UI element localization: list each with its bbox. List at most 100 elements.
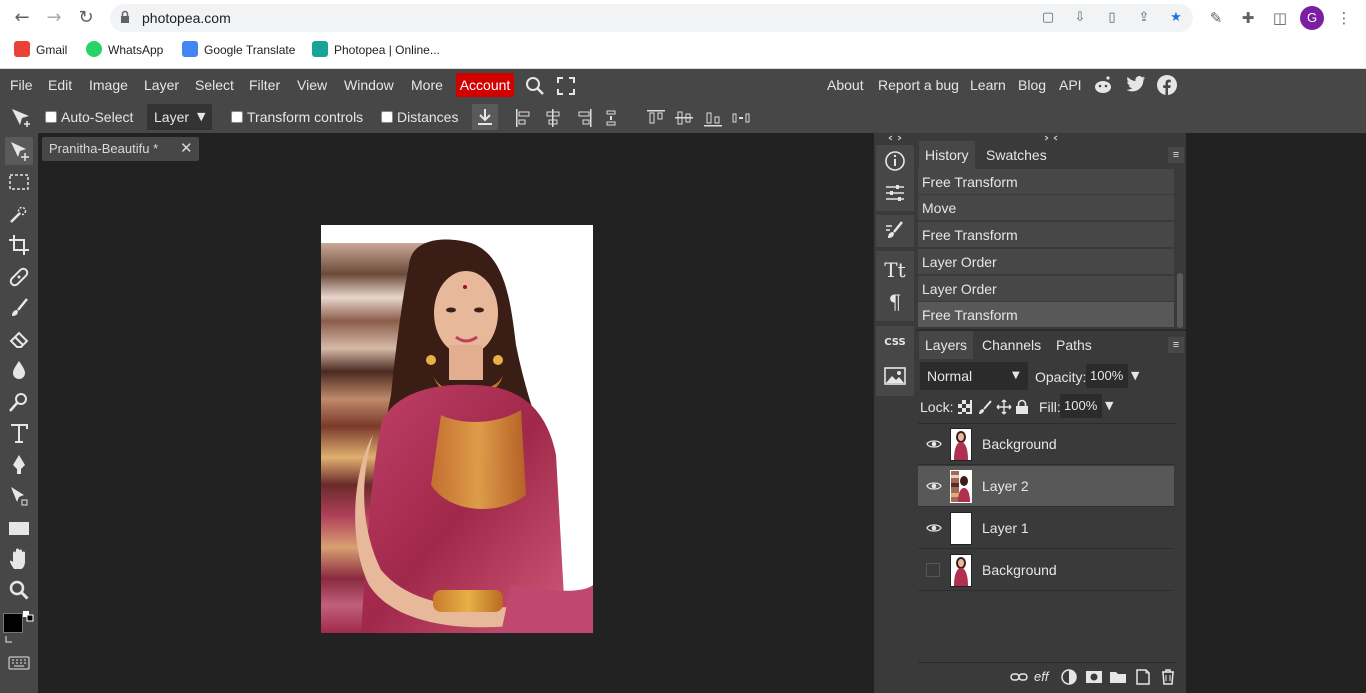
hand-tool[interactable] <box>5 545 33 573</box>
download-button[interactable] <box>472 104 498 130</box>
align-middle-vertical-icon[interactable] <box>673 107 695 129</box>
page-icon[interactable]: ▯ <box>1104 10 1120 26</box>
css-icon[interactable]: CSS <box>882 332 908 354</box>
path-selection-tool[interactable] <box>5 482 33 510</box>
reset-colors-icon[interactable] <box>4 634 14 644</box>
transform-controls-checkbox[interactable] <box>231 111 243 123</box>
history-panel-menu-icon[interactable]: ≡ <box>1168 147 1184 163</box>
bookmark-gmail[interactable]: Gmail <box>14 41 67 59</box>
align-center-horizontal-icon[interactable] <box>542 107 564 129</box>
distribute-vertical-icon[interactable] <box>730 107 752 129</box>
blur-tool[interactable] <box>5 356 33 384</box>
fullscreen-icon[interactable] <box>557 77 575 95</box>
close-tab-icon[interactable]: ✕ <box>180 139 193 157</box>
layer-row-background-bottom[interactable]: Background <box>918 550 1174 591</box>
account-button[interactable]: Account <box>456 73 514 97</box>
align-left-icon[interactable] <box>513 107 535 129</box>
link-layers-icon[interactable] <box>1010 668 1028 686</box>
pen-tool[interactable] <box>5 451 33 479</box>
type-tool[interactable] <box>5 419 33 447</box>
align-bottom-icon[interactable] <box>702 107 724 129</box>
menu-report-bug[interactable]: Report a bug <box>878 77 959 93</box>
side-panel-icon[interactable]: ◫ <box>1270 8 1290 28</box>
adjustments-icon[interactable] <box>882 180 908 206</box>
menu-about[interactable]: About <box>827 77 864 93</box>
layer-row-layer-2[interactable]: Layer 2 <box>918 466 1174 507</box>
search-icon[interactable] <box>525 76 545 96</box>
layer-mask-icon[interactable] <box>1085 668 1103 686</box>
image-icon[interactable] <box>882 363 908 389</box>
lock-transparency-icon[interactable] <box>958 400 972 414</box>
open-in-app-icon[interactable]: ▢ <box>1040 10 1056 26</box>
menu-layer[interactable]: Layer <box>144 77 179 95</box>
history-scrollbar[interactable] <box>1177 273 1183 328</box>
tab-swatches[interactable]: Swatches <box>980 141 1053 169</box>
menu-filter[interactable]: Filter <box>249 77 280 95</box>
quick-selection-tool[interactable] <box>5 200 33 228</box>
paragraph-icon[interactable]: ¶ <box>882 289 908 315</box>
extensions-puzzle-icon[interactable]: ✚ <box>1238 8 1258 28</box>
eye-icon[interactable] <box>926 478 942 494</box>
share-icon[interactable]: ⇪ <box>1136 10 1152 26</box>
hidden-layer-visibility-toggle[interactable] <box>926 563 940 577</box>
tab-layers[interactable]: Layers <box>919 331 974 359</box>
history-item-current[interactable]: Free Transform <box>918 302 1174 328</box>
document-canvas[interactable] <box>321 225 593 633</box>
twitter-icon[interactable] <box>1126 76 1146 94</box>
align-top-icon[interactable] <box>645 107 667 129</box>
lock-position-icon[interactable] <box>996 399 1012 415</box>
healing-brush-tool[interactable] <box>5 263 33 291</box>
layer-effects-icon[interactable]: eff <box>1034 668 1056 686</box>
menu-api[interactable]: API <box>1059 77 1082 93</box>
blend-mode-dropdown[interactable]: Normal ▼ <box>920 362 1028 390</box>
auto-select-checkbox[interactable] <box>45 111 57 123</box>
menu-blog[interactable]: Blog <box>1018 77 1046 93</box>
layer-row-layer-1[interactable]: Layer 1 <box>918 508 1174 549</box>
history-item[interactable]: Move <box>918 195 1174 221</box>
eyedropper-extension-icon[interactable]: ✎ <box>1206 8 1226 28</box>
new-layer-icon[interactable] <box>1134 668 1152 686</box>
tab-history[interactable]: History <box>919 141 975 169</box>
collapse-arrows-icon[interactable] <box>888 135 902 141</box>
bookmark-photopea[interactable]: Photopea | Online... <box>312 41 440 59</box>
back-icon[interactable]: ← <box>10 6 34 30</box>
move-tool[interactable] <box>5 137 33 165</box>
keyboard-icon[interactable] <box>8 656 30 670</box>
eye-icon[interactable] <box>926 436 942 452</box>
fill-input[interactable]: 100% <box>1060 394 1102 418</box>
new-group-folder-icon[interactable] <box>1109 668 1127 686</box>
address-bar[interactable]: photopea.com ▢ ⇩ ▯ ⇪ ★ <box>110 4 1193 32</box>
opacity-dropdown-icon[interactable]: ▼ <box>1131 369 1139 382</box>
fill-dropdown-icon[interactable]: ▼ <box>1105 399 1113 412</box>
zoom-tool[interactable] <box>5 576 33 604</box>
opacity-input[interactable]: 100% <box>1086 364 1128 388</box>
info-icon[interactable] <box>882 148 908 174</box>
tab-channels[interactable]: Channels <box>976 331 1047 359</box>
history-item[interactable]: Layer Order <box>918 276 1174 302</box>
align-right-icon[interactable] <box>573 107 595 129</box>
bookmark-whatsapp[interactable]: WhatsApp <box>86 41 163 59</box>
document-tab[interactable]: Pranitha-Beautifu * ✕ <box>42 137 199 161</box>
bookmark-google-translate[interactable]: Google Translate <box>182 41 295 59</box>
layer-row-background-top[interactable]: Background <box>918 424 1174 465</box>
tab-paths[interactable]: Paths <box>1050 331 1098 359</box>
history-item[interactable]: Free Transform <box>918 222 1174 248</box>
distances-checkbox[interactable] <box>381 111 393 123</box>
delete-layer-trash-icon[interactable] <box>1159 668 1177 686</box>
foreground-color-swatch[interactable] <box>3 613 23 633</box>
clone-stamp-tool[interactable] <box>5 325 33 353</box>
crop-tool[interactable] <box>5 231 33 259</box>
facebook-icon[interactable] <box>1157 75 1177 95</box>
menu-image[interactable]: Image <box>89 77 128 95</box>
eye-icon[interactable] <box>926 520 942 536</box>
profile-avatar[interactable]: G <box>1300 6 1324 30</box>
history-item[interactable]: Free Transform <box>918 169 1174 195</box>
layers-panel-menu-icon[interactable]: ≡ <box>1168 337 1184 353</box>
lock-pixels-icon[interactable] <box>977 399 993 415</box>
adjustment-layer-icon[interactable] <box>1060 668 1078 686</box>
brush-tool[interactable] <box>5 294 33 322</box>
forward-icon[interactable]: → <box>42 6 66 30</box>
menu-learn[interactable]: Learn <box>970 77 1006 93</box>
distribute-horizontal-icon[interactable] <box>601 107 623 129</box>
swap-colors-icon[interactable] <box>23 611 35 623</box>
